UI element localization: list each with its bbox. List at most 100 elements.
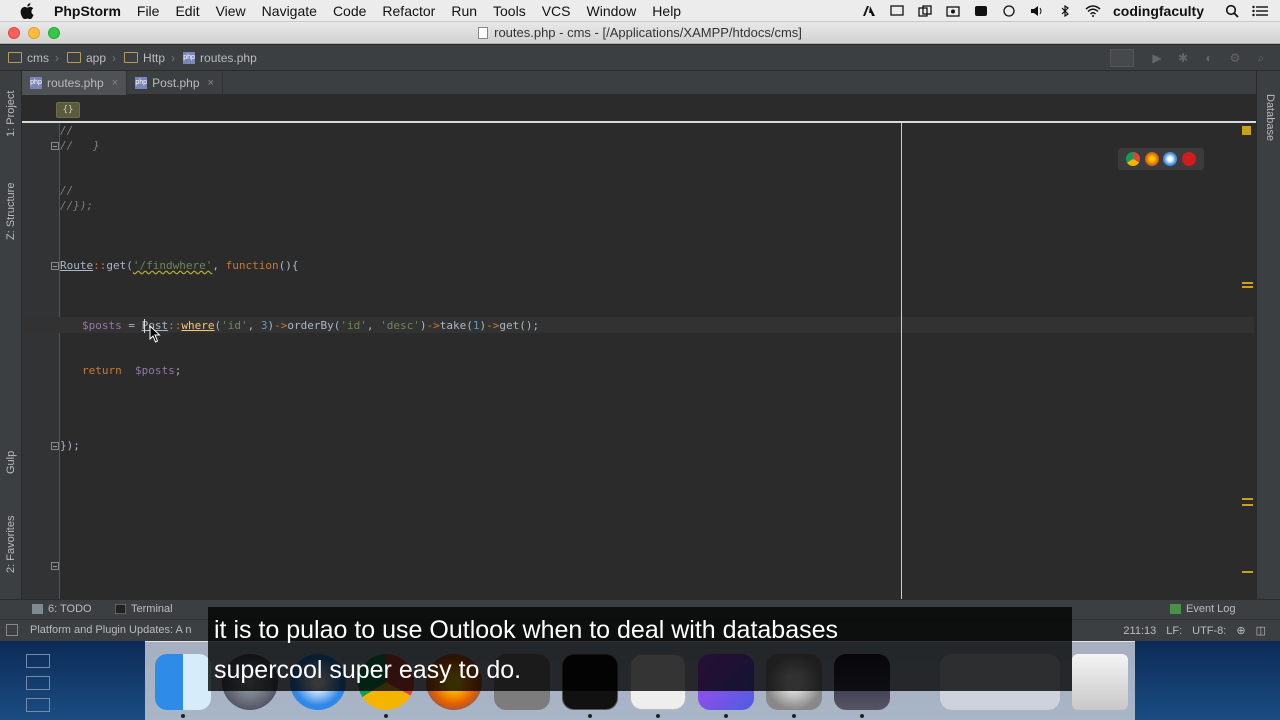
display-icon[interactable] (889, 4, 905, 18)
editor-tab-bar: php routes.php × php Post.php × (22, 71, 1256, 95)
wifi-icon[interactable] (1085, 4, 1101, 18)
right-margin-guide (901, 123, 902, 599)
static-operator: :: (93, 259, 107, 272)
event-log-tool-button[interactable]: Event Log (1170, 603, 1236, 615)
fold-marker-icon[interactable] (51, 142, 59, 150)
warning-mark[interactable] (1242, 571, 1253, 573)
safari-icon[interactable] (1163, 152, 1178, 166)
menu-refactor[interactable]: Refactor (374, 0, 443, 22)
inspection-status-icon[interactable] (1242, 126, 1251, 135)
menu-file[interactable]: File (129, 0, 168, 22)
code-content: // // } // //}); Route::get('/findwhere'… (22, 96, 539, 452)
coverage-icon[interactable]: ◐ (1198, 48, 1220, 68)
breadcrumb-app[interactable]: app › (59, 51, 116, 65)
volume-icon[interactable] (1029, 4, 1045, 18)
error-stripe[interactable] (1240, 126, 1254, 596)
comment-text: //}); (60, 199, 94, 212)
menu-help[interactable]: Help (644, 0, 689, 22)
breadcrumb-routes-file[interactable]: php routes.php (175, 51, 257, 65)
desktop-grid-icon[interactable] (26, 698, 50, 712)
menu-run[interactable]: Run (443, 0, 485, 22)
menu-view[interactable]: View (208, 0, 254, 22)
menu-code[interactable]: Code (325, 0, 374, 22)
tab-label: routes.php (47, 76, 104, 90)
adobe-icon[interactable] (861, 4, 877, 18)
menu-navigate[interactable]: Navigate (254, 0, 325, 22)
status-message[interactable]: Platform and Plugin Updates: A n (30, 624, 191, 636)
todo-tool-button[interactable]: 6: TODO (32, 603, 92, 615)
breadcrumb-http[interactable]: Http › (116, 51, 175, 65)
project-tool-tab[interactable]: 1: Project (2, 79, 20, 149)
bluetooth-icon[interactable] (1057, 4, 1073, 18)
vcs-icon[interactable]: ⚙ (1224, 48, 1246, 68)
mouse-pointer-icon (149, 325, 161, 343)
trash-icon[interactable] (1072, 654, 1128, 710)
close-tab-icon[interactable]: × (112, 77, 118, 89)
notification-center-icon[interactable] (1252, 4, 1268, 18)
structure-tool-tab[interactable]: Z: Structure (2, 167, 20, 255)
fold-marker-icon[interactable] (51, 442, 59, 450)
screens-icon[interactable] (917, 4, 933, 18)
menu-vcs[interactable]: VCS (534, 0, 579, 22)
run-configuration-dropdown[interactable] (1110, 49, 1134, 67)
run-icon[interactable]: ▶ (1146, 48, 1168, 68)
folder-icon (8, 52, 22, 63)
code-line-closing: }); (60, 438, 80, 453)
line-separator[interactable]: LF: (1166, 625, 1182, 637)
window-title: routes.php - cms - [/Applications/XAMPP/… (0, 22, 1280, 44)
breadcrumb-label: app (86, 50, 107, 65)
tool-window-toggle-icon[interactable] (6, 624, 18, 636)
running-indicator-icon (792, 714, 796, 718)
apple-logo-icon[interactable] (20, 2, 34, 19)
close-tab-icon[interactable]: × (208, 77, 214, 89)
menu-window[interactable]: Window (579, 0, 645, 22)
running-indicator-icon (656, 714, 660, 718)
desktop-grid-icon[interactable] (26, 654, 50, 668)
lock-icon[interactable]: ⊕ (1236, 624, 1245, 637)
comment-text: // } (60, 139, 100, 152)
inspector-icon[interactable]: ◫ (1256, 624, 1266, 637)
gulp-tool-tab[interactable]: Gulp (2, 439, 20, 485)
open-in-browser-bar (1118, 148, 1204, 170)
fold-marker-icon[interactable] (51, 262, 59, 270)
desktop-grid-icon[interactable] (26, 676, 50, 690)
code-line: //}); (60, 198, 93, 213)
breadcrumb-cms[interactable]: cms › (0, 51, 59, 65)
menu-user-name[interactable]: codingfaculty (1107, 3, 1218, 19)
subtitle-line-2: supercool super easy to do. (214, 656, 522, 684)
window-title-bar[interactable]: routes.php - cms - [/Applications/XAMPP/… (0, 22, 1280, 44)
arrow-operator: -> (274, 319, 288, 332)
script-icon[interactable] (973, 4, 989, 18)
debug-icon[interactable]: ✱ (1172, 48, 1194, 68)
spotlight-search-icon[interactable] (1224, 4, 1240, 18)
camera-icon[interactable] (945, 4, 961, 18)
warning-mark[interactable] (1242, 282, 1253, 284)
code-editor[interactable]: {} // // } // //}); Route::get('/findwhe… (22, 96, 1256, 599)
folder-icon (124, 52, 139, 63)
database-tool-tab[interactable]: Database (1261, 83, 1279, 153)
search-everywhere-icon[interactable]: ⌕ (1250, 48, 1272, 68)
warning-mark[interactable] (1242, 498, 1253, 500)
scope-breadcrumb-chip[interactable]: {} (56, 102, 80, 118)
caret-position[interactable]: 211:13 (1123, 625, 1156, 637)
time-machine-icon[interactable] (1001, 4, 1017, 18)
terminal-tool-button[interactable]: Terminal (115, 603, 173, 615)
tab-routes-php[interactable]: php routes.php × (22, 71, 128, 95)
warning-mark[interactable] (1242, 504, 1253, 506)
fold-marker-icon[interactable] (51, 562, 59, 570)
tab-post-php[interactable]: php Post.php × (127, 71, 223, 95)
chrome-icon[interactable] (1126, 152, 1141, 166)
warning-mark[interactable] (1242, 286, 1253, 288)
breadcrumb-label: cms (27, 50, 49, 65)
firefox-icon[interactable] (1144, 152, 1159, 166)
code-line-route: Route::get('/findwhere', function(){ (60, 258, 298, 273)
favorites-tool-tab[interactable]: 2: Favorites (2, 501, 20, 587)
todo-icon (32, 604, 43, 614)
finder-icon[interactable] (155, 654, 211, 710)
menu-app-name[interactable]: PhpStorm (54, 0, 129, 22)
opera-icon[interactable] (1181, 152, 1196, 166)
file-encoding[interactable]: UTF-8: (1192, 625, 1226, 637)
menu-edit[interactable]: Edit (167, 0, 207, 22)
terminal-label: Terminal (131, 603, 173, 615)
menu-tools[interactable]: Tools (485, 0, 534, 22)
